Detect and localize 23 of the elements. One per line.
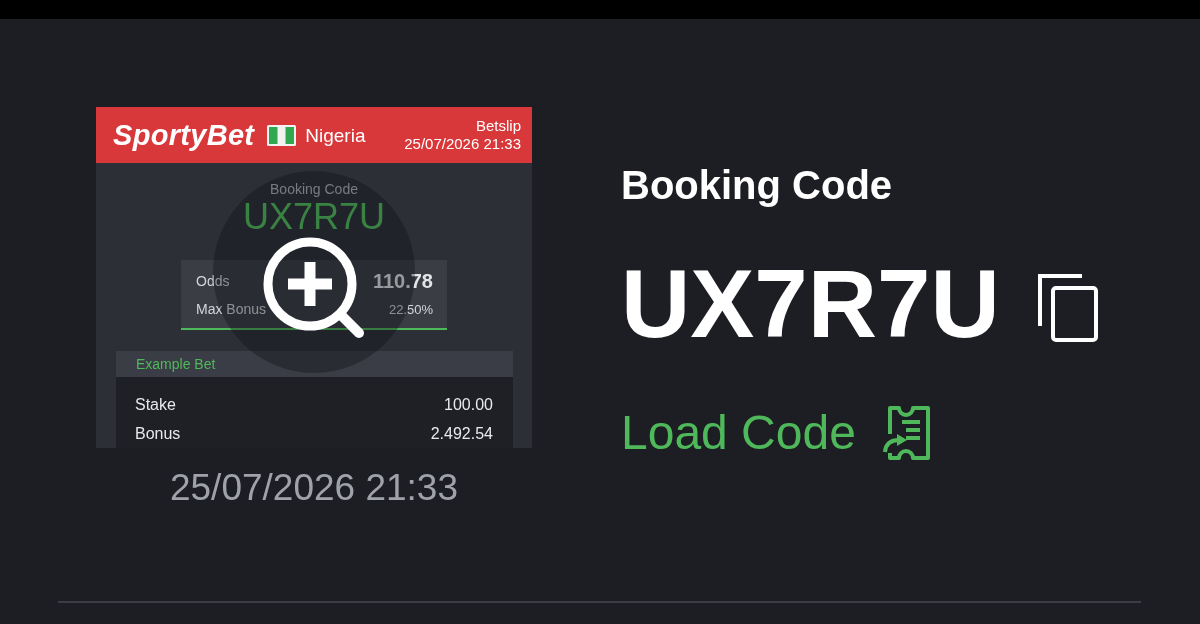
summary-value: 2.492.54: [430, 424, 493, 444]
betslip-title: Betslip: [474, 117, 521, 135]
preview-date: 25/07/2026 21:33: [169, 466, 459, 510]
stat-value: 22.50%: [388, 300, 433, 319]
summary-label: Stake: [135, 395, 176, 415]
booking-code: UX7R7U: [621, 256, 1000, 352]
load-code-link[interactable]: Load Code: [621, 404, 856, 461]
ticket-icon[interactable]: [881, 405, 931, 460]
summary-value: 100.00: [444, 395, 493, 415]
booking-code-title: Booking Code: [621, 162, 894, 209]
booking-code-value: UX7R7U: [241, 200, 387, 234]
flag-icon: [267, 124, 297, 146]
stat-label: Odds: [196, 271, 230, 291]
booking-code-label: Booking Code: [269, 181, 359, 198]
brand-logo: SportyBet: [113, 120, 255, 150]
betslip-datetime: 25/07/2026 21:33: [404, 135, 521, 153]
stat-label: Max Bonus: [196, 300, 267, 319]
country-label: Nigeria: [305, 125, 366, 145]
copy-icon[interactable]: [1037, 274, 1098, 342]
summary-label: Bonus: [135, 424, 181, 444]
betslip-preview[interactable]: SportyBet Nigeria Betslip 25/07/2026 21:33 Booking Code UX7R7U Odds 110.78 Max Bonus 22.50% Example Bet Stake 100.00 Bonus 2.492.54: [96, 107, 532, 448]
example-bet-header: Example Bet: [116, 351, 513, 377]
stat-value: 110.78: [372, 269, 433, 294]
